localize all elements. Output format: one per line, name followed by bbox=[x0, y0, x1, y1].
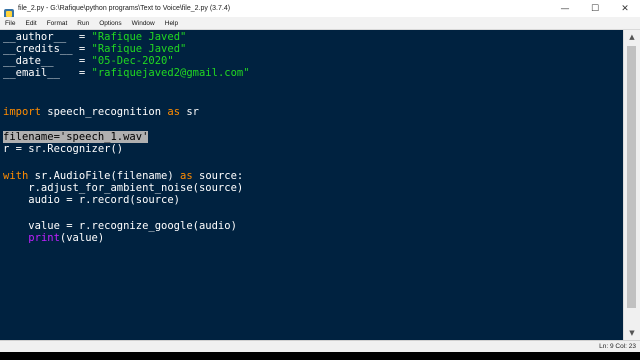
code-line-author: __author__ = "Rafique Javed" bbox=[3, 31, 186, 43]
code-line-audio: audio = r.record(source) bbox=[3, 194, 180, 206]
code-line-adjust: r.adjust_for_ambient_noise(source) bbox=[3, 182, 243, 194]
minimize-button[interactable]: — bbox=[550, 0, 580, 17]
idle-feather-icon bbox=[4, 4, 14, 19]
cursor-position: Ln: 9 Col: 23 bbox=[599, 343, 636, 350]
menu-file[interactable]: File bbox=[0, 20, 20, 27]
menu-bar: File Edit Format Run Options Window Help bbox=[0, 17, 640, 30]
title-bar[interactable]: file_2.py - G:\Rafique\python programs\T… bbox=[0, 0, 640, 19]
menu-run[interactable]: Run bbox=[72, 20, 94, 27]
code-editor[interactable]: __author__ = "Rafique Javed" __credits__… bbox=[0, 30, 624, 340]
scroll-thumb[interactable] bbox=[627, 46, 636, 308]
string-literal: "rafiquejaved2@gmail.com" bbox=[91, 67, 250, 79]
menu-format[interactable]: Format bbox=[42, 20, 73, 27]
code-line-value: value = r.recognize_google(audio) bbox=[3, 220, 237, 232]
code-line-import: import speech_recognition as sr bbox=[3, 106, 199, 118]
code-line-date: __date__ = "05-Dec-2020" bbox=[3, 55, 174, 67]
keyword: import bbox=[3, 106, 41, 118]
window-title: file_2.py - G:\Rafique\python programs\T… bbox=[18, 5, 231, 12]
string-literal: "05-Dec-2020" bbox=[91, 55, 174, 67]
string-literal: "Rafique Javed" bbox=[91, 43, 187, 55]
code-line-credits: __credits__ = "Rafique Javed" bbox=[3, 43, 186, 55]
keyword: as bbox=[167, 106, 181, 118]
builtin-function: print bbox=[28, 232, 60, 244]
keyword: with bbox=[3, 170, 29, 182]
code-text: sr bbox=[180, 106, 199, 118]
string-literal: "Rafique Javed" bbox=[91, 31, 187, 43]
menu-help[interactable]: Help bbox=[160, 20, 183, 27]
code-text: value = r.recognize_google(audio) bbox=[3, 220, 237, 232]
code-text: __email__ = bbox=[3, 67, 92, 79]
keyword: as bbox=[180, 170, 193, 182]
code-line-with: with sr.AudioFile(filename) as source: bbox=[3, 170, 243, 182]
code-text: audio = r.record(source) bbox=[3, 194, 181, 206]
code-text: __credits__ = bbox=[3, 43, 92, 55]
code-text: __date__ = bbox=[3, 55, 92, 67]
code-text: (value) bbox=[59, 232, 105, 244]
status-bar: Ln: 9 Col: 23 bbox=[0, 340, 640, 352]
code-text: r.adjust_for_ambient_noise(source) bbox=[3, 182, 244, 194]
code-line-filename: filename='speech_1.wav' bbox=[3, 131, 149, 143]
window-controls: — ☐ ✕ bbox=[550, 0, 640, 17]
menu-window[interactable]: Window bbox=[127, 20, 160, 27]
code-text: sr.AudioFile(filename) bbox=[28, 170, 181, 182]
vertical-scrollbar[interactable]: ▲ ▼ bbox=[623, 30, 640, 340]
close-button[interactable]: ✕ bbox=[610, 0, 640, 17]
maximize-button[interactable]: ☐ bbox=[580, 0, 610, 17]
menu-options[interactable]: Options bbox=[94, 20, 126, 27]
selected-text: filename='speech_1.wav' bbox=[3, 131, 149, 143]
code-line-recognizer: r = sr.Recognizer() bbox=[3, 143, 123, 155]
idle-editor-window: file_2.py - G:\Rafique\python programs\T… bbox=[0, 0, 640, 352]
menu-edit[interactable]: Edit bbox=[20, 20, 41, 27]
code-text: r = sr.Recognizer() bbox=[3, 143, 124, 155]
code-text: speech_recognition bbox=[40, 106, 168, 118]
scroll-down-arrow-icon[interactable]: ▼ bbox=[624, 326, 640, 340]
code-line-email: __email__ = "rafiquejaved2@gmail.com" bbox=[3, 67, 250, 79]
code-text: __author__ = bbox=[3, 31, 92, 43]
scroll-up-arrow-icon[interactable]: ▲ bbox=[624, 30, 640, 44]
code-text: source: bbox=[192, 170, 244, 182]
code-line-print: print(value) bbox=[3, 232, 104, 244]
